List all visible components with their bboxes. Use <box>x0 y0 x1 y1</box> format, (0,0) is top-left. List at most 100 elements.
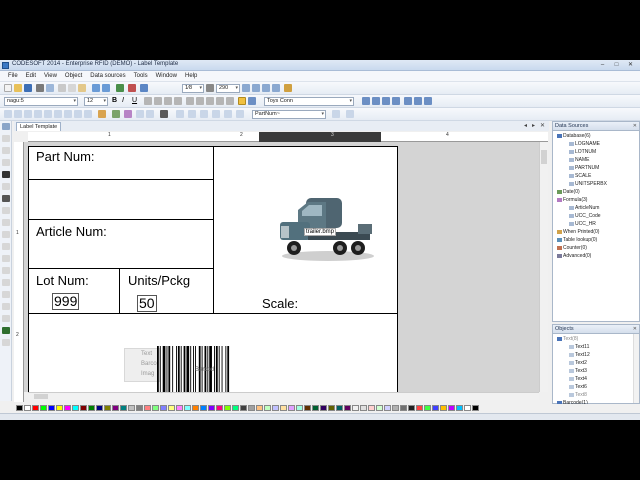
stop-icon[interactable] <box>128 84 136 92</box>
color-swatch[interactable] <box>240 405 247 411</box>
same-size-icon[interactable] <box>200 110 208 118</box>
color-swatch[interactable] <box>248 405 255 411</box>
filter-icon[interactable] <box>414 97 422 105</box>
pointer-tool-icon[interactable] <box>2 123 10 130</box>
printer-icon[interactable] <box>248 97 256 105</box>
datasource-tree-item[interactable]: UCC_Code <box>569 213 601 219</box>
circle-tool-icon[interactable] <box>2 255 10 262</box>
object-tree-item[interactable]: Text8 <box>569 392 587 398</box>
object-tree-item[interactable]: Text3 <box>569 368 587 374</box>
first-record-icon[interactable] <box>362 97 370 105</box>
lot-num-value[interactable]: 999 <box>52 293 80 310</box>
datasource-tree-item[interactable]: Formula(3) <box>557 197 587 203</box>
datasource-tree-item[interactable]: Counter(0) <box>557 245 587 251</box>
prev-record-icon[interactable] <box>372 97 380 105</box>
datasource-tree-item[interactable]: NAME <box>569 157 589 163</box>
height-icon[interactable] <box>176 110 184 118</box>
snap-icon[interactable] <box>236 110 244 118</box>
panel-close-icon[interactable]: ✕ <box>633 325 637 333</box>
color-swatch[interactable] <box>456 405 463 411</box>
color-swatch[interactable] <box>336 405 343 411</box>
text-tool-icon[interactable] <box>2 135 10 142</box>
line-v2[interactable] <box>119 268 120 314</box>
inverse-icon[interactable] <box>216 97 224 105</box>
menu-help[interactable]: Help <box>185 73 197 79</box>
table-tool-icon[interactable] <box>2 231 10 238</box>
color-swatch[interactable] <box>360 405 367 411</box>
image-tool-icon[interactable] <box>2 183 10 190</box>
mirror-icon[interactable] <box>206 97 214 105</box>
menu-view[interactable]: View <box>44 73 57 79</box>
print-preview-icon[interactable] <box>46 84 54 92</box>
redo-icon[interactable] <box>102 84 110 92</box>
align-middle-icon[interactable] <box>84 110 92 118</box>
zoom-combo[interactable]: 290 <box>216 84 240 93</box>
color-swatch[interactable] <box>312 405 319 411</box>
color-swatch[interactable] <box>88 405 95 411</box>
color-swatch[interactable] <box>200 405 207 411</box>
front-icon[interactable] <box>44 110 52 118</box>
color-swatch[interactable] <box>104 405 111 411</box>
tab-next-icon[interactable]: ▸ <box>532 122 535 129</box>
color-swatch[interactable] <box>400 405 407 411</box>
last-record-icon[interactable] <box>392 97 400 105</box>
color-swatch[interactable] <box>176 405 183 411</box>
select-icon[interactable] <box>4 110 12 118</box>
object-tree-item[interactable]: Text12 <box>569 352 590 358</box>
rotate-icon[interactable] <box>196 97 204 105</box>
rfid-tool-icon[interactable] <box>2 207 10 214</box>
datasource-tree-item[interactable]: SCALE <box>569 173 591 179</box>
color-swatch[interactable] <box>424 405 431 411</box>
object-tree-item[interactable]: Text4 <box>569 376 587 382</box>
color-swatch[interactable] <box>368 405 375 411</box>
color-swatch[interactable] <box>112 405 119 411</box>
freehand-tool-icon[interactable] <box>2 315 10 322</box>
object-tree-item[interactable]: Text2 <box>569 360 587 366</box>
color-swatch[interactable] <box>376 405 383 411</box>
line-h3[interactable] <box>28 268 214 269</box>
color-swatch[interactable] <box>280 405 287 411</box>
color-swatch[interactable] <box>344 405 351 411</box>
color-swatch[interactable] <box>296 405 303 411</box>
menu-edit[interactable]: Edit <box>26 73 36 79</box>
color-swatch[interactable] <box>448 405 455 411</box>
back-icon[interactable] <box>54 110 62 118</box>
align-left-icon[interactable] <box>144 97 152 105</box>
canvas-horizontal-scrollbar[interactable] <box>28 392 539 400</box>
color-swatch[interactable] <box>152 405 159 411</box>
formula-icon[interactable] <box>124 110 132 118</box>
rectangle-tool-icon[interactable] <box>2 243 10 250</box>
datasource-tree-item[interactable]: Database(6) <box>557 133 591 139</box>
distribute-v-icon[interactable] <box>146 110 154 118</box>
datasource-tree-item[interactable]: UCC_HR <box>569 221 596 227</box>
datasource-tree-item[interactable]: ArticleNum <box>569 205 599 211</box>
ellipse-tool-icon[interactable] <box>2 267 10 274</box>
objects-scrollbar[interactable] <box>633 334 639 403</box>
ungroup-icon[interactable] <box>24 110 32 118</box>
close-button[interactable]: ✕ <box>625 61 636 69</box>
color-swatch[interactable] <box>328 405 335 411</box>
color-swatch[interactable] <box>136 405 143 411</box>
menu-window[interactable]: Window <box>156 73 177 79</box>
part-num-label[interactable]: Part Num: <box>36 149 95 164</box>
label-page[interactable]: Part Num: Article Num: Lot Num: 999 Unit… <box>28 146 398 392</box>
2d-code-tool-icon[interactable] <box>2 195 10 202</box>
line-v1[interactable] <box>213 146 214 314</box>
scroll-thumb[interactable] <box>541 150 547 164</box>
zoom-page-icon[interactable] <box>272 84 280 92</box>
lot-num-label[interactable]: Lot Num: <box>36 273 89 288</box>
cut-icon[interactable] <box>58 84 66 92</box>
zoom-out-icon[interactable] <box>252 84 260 92</box>
menu-data-sources[interactable]: Data sources <box>90 73 125 79</box>
color-swatch[interactable] <box>408 405 415 411</box>
barcode-tool-icon[interactable] <box>2 171 10 178</box>
units-label[interactable]: Units/Pckg <box>128 273 190 288</box>
datasource-tree-item[interactable]: Date(0) <box>557 189 580 195</box>
color-icon[interactable] <box>226 97 234 105</box>
menu-tools[interactable]: Tools <box>134 73 148 79</box>
group-icon[interactable] <box>14 110 22 118</box>
rfid-icon[interactable] <box>160 110 168 118</box>
color-swatch[interactable] <box>168 405 175 411</box>
line-h1[interactable] <box>28 179 214 180</box>
border-right[interactable] <box>397 146 398 392</box>
